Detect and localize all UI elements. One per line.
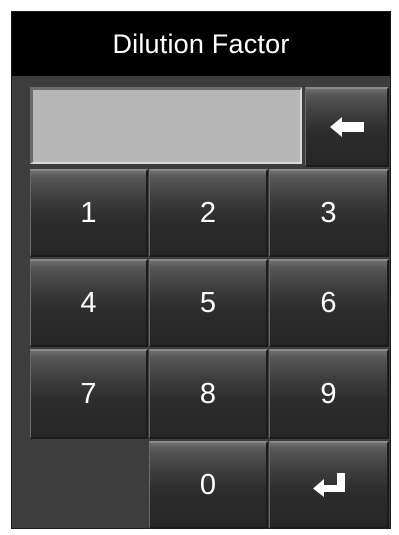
backspace-button[interactable] bbox=[305, 87, 389, 167]
dilution-factor-dialog: Dilution Factor 1 2 3 4 5 6 7 8 9 0 bbox=[11, 11, 391, 529]
key-1-button[interactable]: 1 bbox=[30, 169, 148, 257]
key-2-button[interactable]: 2 bbox=[149, 169, 268, 257]
key-7-button[interactable]: 7 bbox=[30, 349, 148, 439]
key-8-button[interactable]: 8 bbox=[149, 349, 268, 439]
enter-return-icon bbox=[312, 473, 345, 497]
key-4-button[interactable]: 4 bbox=[30, 259, 148, 347]
key-9-button[interactable]: 9 bbox=[269, 349, 389, 439]
value-display-field[interactable] bbox=[30, 87, 302, 164]
key-3-button[interactable]: 3 bbox=[269, 169, 389, 257]
enter-button[interactable] bbox=[269, 441, 389, 529]
key-6-button[interactable]: 6 bbox=[269, 259, 389, 347]
dialog-title: Dilution Factor bbox=[12, 12, 390, 76]
left-arrow-icon bbox=[329, 117, 364, 137]
key-0-button[interactable]: 0 bbox=[149, 441, 268, 529]
key-5-button[interactable]: 5 bbox=[149, 259, 268, 347]
